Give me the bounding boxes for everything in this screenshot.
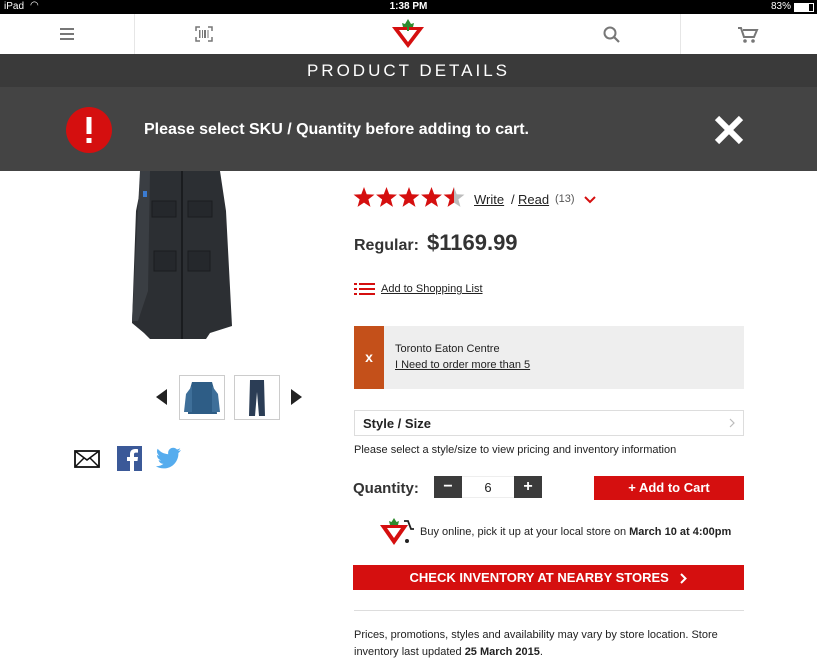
- pickup-logo-icon: [380, 518, 414, 545]
- quantity-decrease-button[interactable]: −: [434, 476, 462, 498]
- pickup-date: March 10 at 4:00pm: [629, 526, 732, 538]
- search-icon[interactable]: [603, 26, 621, 44]
- chevron-right-icon: [729, 418, 735, 428]
- status-bar: iPad ◠ 1:38 PM 83%: [0, 0, 817, 14]
- style-size-hint: Please select a style/size to view prici…: [354, 444, 677, 456]
- read-reviews-link[interactable]: Read: [518, 192, 549, 207]
- pickup-text: Buy online, pick it up at your local sto…: [420, 526, 630, 538]
- battery-icon: [794, 3, 814, 12]
- cart-icon[interactable]: [737, 26, 759, 44]
- divider: [354, 610, 744, 611]
- style-size-label: Style / Size: [363, 416, 431, 431]
- rating-star: [421, 187, 442, 207]
- status-battery: 83%: [770, 1, 791, 12]
- price-value: $1169.99: [427, 230, 518, 255]
- chevron-right-icon: [680, 573, 688, 584]
- add-to-shopping-list-link[interactable]: Add to Shopping List: [381, 283, 483, 295]
- check-inventory-label: CHECK INVENTORY AT NEARBY STORES: [409, 570, 669, 585]
- email-share-icon[interactable]: [74, 448, 100, 470]
- rating-star: [398, 187, 420, 207]
- menu-icon[interactable]: [60, 28, 74, 40]
- top-nav: [0, 14, 817, 55]
- prev-image-arrow-icon[interactable]: [156, 389, 168, 405]
- style-size-select[interactable]: Style / Size: [354, 410, 744, 436]
- store-name: Toronto Eaton Centre: [395, 343, 500, 355]
- close-icon[interactable]: [714, 115, 744, 145]
- error-icon: [66, 107, 112, 153]
- barcode-scan-icon[interactable]: [195, 26, 213, 42]
- rating-star: [376, 187, 397, 207]
- review-count: (13): [555, 193, 575, 205]
- add-to-cart-button[interactable]: + Add to Cart: [594, 476, 744, 500]
- quantity-label: Quantity:: [353, 480, 419, 497]
- disclaimer-end: .: [539, 646, 543, 658]
- quantity-increase-button[interactable]: +: [514, 476, 542, 498]
- twitter-share-icon[interactable]: [156, 447, 182, 469]
- pickup-message: Buy online, pick it up at your local sto…: [420, 526, 731, 538]
- write-review-link[interactable]: Write: [474, 192, 504, 207]
- order-more-link[interactable]: I Need to order more than 5: [395, 359, 530, 371]
- rating-star: [443, 187, 465, 207]
- thumbnail-pants[interactable]: [234, 375, 280, 420]
- product-image[interactable]: [130, 171, 235, 341]
- next-image-arrow-icon[interactable]: [290, 389, 302, 405]
- alert-message: Please select SKU / Quantity before addi…: [144, 121, 529, 138]
- chevron-down-icon[interactable]: [584, 196, 596, 204]
- rating-stars: [353, 186, 465, 212]
- facebook-share-icon[interactable]: [117, 446, 142, 471]
- status-time: 1:38 PM: [389, 1, 428, 12]
- quantity-input[interactable]: 6: [462, 476, 514, 498]
- disclaimer-date: 25 March 2015: [464, 646, 540, 658]
- thumbnail-jacket[interactable]: [179, 375, 225, 420]
- rating-star: [353, 187, 375, 207]
- check-inventory-button[interactable]: CHECK INVENTORY AT NEARBY STORES: [353, 565, 744, 590]
- remove-store-button[interactable]: x: [354, 326, 384, 389]
- page-title: PRODUCT DETAILS: [0, 54, 817, 87]
- canadian-tire-logo[interactable]: [391, 18, 425, 50]
- review-separator: /: [511, 192, 515, 207]
- list-icon[interactable]: [354, 283, 375, 296]
- store-box: [354, 326, 744, 389]
- disclaimer: Prices, promotions, styles and availabil…: [354, 627, 744, 661]
- price-label: Regular:: [354, 237, 419, 254]
